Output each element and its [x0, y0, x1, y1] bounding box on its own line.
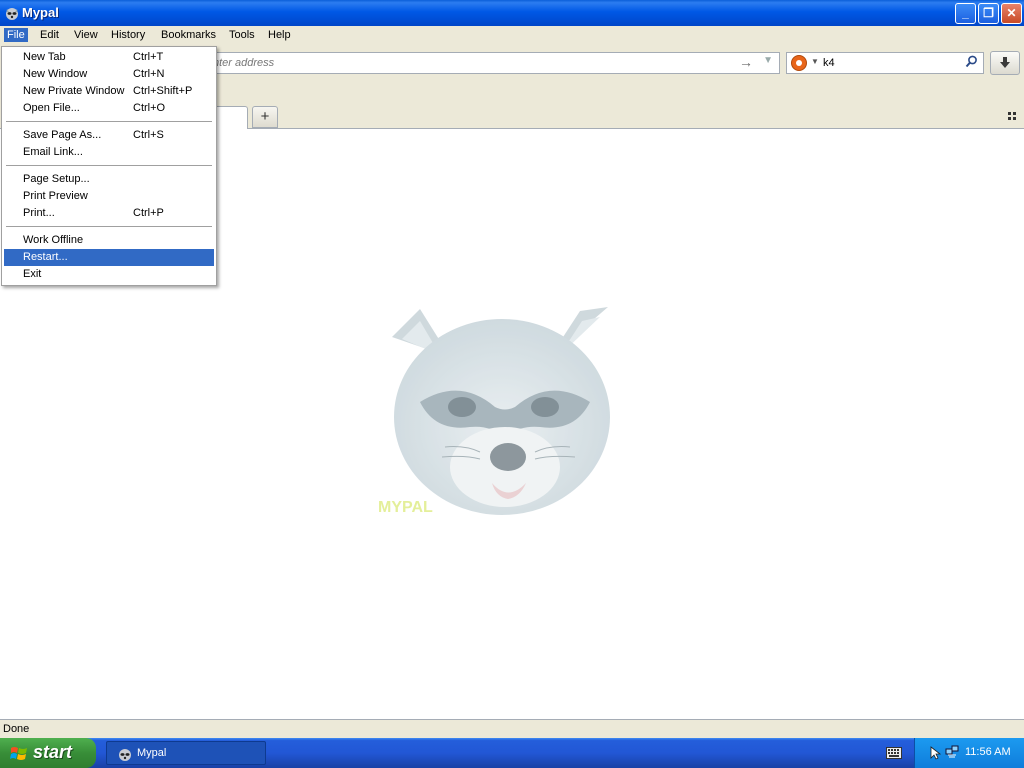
raccoon-mascot-image: [392, 307, 610, 515]
maximize-button[interactable]: ❐: [978, 3, 999, 24]
cursor-tray-icon[interactable]: [929, 746, 943, 760]
close-button[interactable]: ✕: [1001, 3, 1022, 24]
menuitem-email-link[interactable]: Email Link...: [4, 144, 214, 161]
menuitem-label: New Tab: [23, 51, 66, 63]
menuitem-open-file[interactable]: Open File... Ctrl+O: [4, 100, 214, 117]
menu-file[interactable]: File: [4, 28, 28, 42]
taskbar: start Mypal 11:56 AM: [0, 738, 1024, 768]
raccoon-app-icon: [6, 8, 18, 20]
start-label: start: [33, 742, 73, 762]
new-tab-button[interactable]: +: [252, 106, 278, 128]
menuitem-label: Page Setup...: [23, 173, 90, 185]
menu-bookmarks[interactable]: Bookmarks: [161, 29, 216, 41]
menu-view[interactable]: View: [74, 29, 98, 41]
windows-flag-icon: [10, 747, 27, 760]
menuitem-label: Open File...: [23, 102, 80, 114]
search-bar[interactable]: ▼ k4: [786, 52, 984, 74]
search-engine-icon[interactable]: [791, 55, 807, 71]
search-icon[interactable]: [965, 55, 978, 71]
browser-window: Mypal _ ❐ ✕ File Edit View History Bookm…: [0, 0, 1024, 738]
url-bar[interactable]: nter address → ▼: [200, 52, 780, 74]
menuitem-page-setup[interactable]: Page Setup...: [4, 171, 214, 188]
menu-bar: File Edit View History Bookmarks Tools H…: [0, 26, 1024, 46]
engine-dropdown-icon[interactable]: ▼: [811, 57, 819, 66]
menu-separator: [6, 121, 212, 122]
downloads-button[interactable]: [990, 51, 1020, 75]
menu-tools[interactable]: Tools: [229, 29, 255, 41]
window-title: Mypal: [22, 5, 59, 20]
menuitem-shortcut: Ctrl+T: [133, 51, 164, 63]
raccoon-app-icon: [119, 749, 131, 761]
menuitem-label: Exit: [23, 268, 42, 280]
menu-separator: [6, 226, 212, 227]
menuitem-label: New Private Window: [23, 85, 125, 97]
menuitem-exit[interactable]: Exit: [4, 266, 214, 283]
menuitem-label: Work Offline: [23, 234, 84, 246]
taskbar-item-label: Mypal: [137, 747, 167, 759]
menuitem-label: Save Page As...: [23, 129, 102, 141]
download-arrow-icon: [1000, 57, 1010, 68]
menuitem-work-offline[interactable]: Work Offline: [4, 232, 214, 249]
menuitem-new-private-window[interactable]: New Private Window Ctrl+Shift+P: [4, 83, 214, 100]
menuitem-print-preview[interactable]: Print Preview: [4, 188, 214, 205]
network-tray-icon[interactable]: [945, 745, 959, 759]
menuitem-label: New Window: [23, 68, 88, 80]
status-bar: Done: [0, 719, 1024, 738]
menuitem-shortcut: Ctrl+S: [133, 129, 164, 141]
menuitem-shortcut: Ctrl+N: [133, 68, 165, 80]
tab-list-icon[interactable]: [1008, 112, 1020, 124]
go-arrow-icon[interactable]: →: [739, 54, 753, 70]
menuitem-label: Restart...: [23, 251, 68, 263]
system-clock: 11:56 AM: [965, 746, 1011, 758]
system-tray: 11:56 AM: [914, 738, 1024, 768]
status-text: Done: [3, 723, 30, 735]
menuitem-restart[interactable]: Restart...: [4, 249, 214, 266]
title-bar[interactable]: Mypal _ ❐ ✕: [0, 0, 1024, 26]
magnifier-icon: [965, 55, 977, 68]
menuitem-label: Print...: [23, 207, 55, 219]
taskbar-item-mypal[interactable]: Mypal: [106, 741, 266, 765]
menuitem-new-tab[interactable]: New Tab Ctrl+T: [4, 49, 214, 66]
keyboard-icon[interactable]: [886, 747, 902, 759]
menuitem-save-page-as[interactable]: Save Page As... Ctrl+S: [4, 127, 214, 144]
url-dropdown-icon[interactable]: ▼: [763, 55, 773, 66]
menuitem-shortcut: Ctrl+Shift+P: [133, 85, 193, 97]
menu-separator: [6, 165, 212, 166]
menu-edit[interactable]: Edit: [40, 29, 59, 41]
url-placeholder: nter address: [213, 57, 275, 69]
mypal-wordmark: MYPAL: [378, 499, 433, 516]
start-button[interactable]: start: [0, 738, 96, 768]
menuitem-label: Email Link...: [23, 146, 83, 158]
minimize-button[interactable]: _: [955, 3, 976, 24]
menuitem-new-window[interactable]: New Window Ctrl+N: [4, 66, 214, 83]
menu-help[interactable]: Help: [268, 29, 291, 41]
menuitem-shortcut: Ctrl+O: [133, 102, 166, 114]
menuitem-print[interactable]: Print... Ctrl+P: [4, 205, 214, 222]
menuitem-label: Print Preview: [23, 190, 88, 202]
menu-history[interactable]: History: [111, 29, 145, 41]
menuitem-shortcut: Ctrl+P: [133, 207, 164, 219]
search-input[interactable]: k4: [823, 57, 835, 69]
file-menu-dropdown: New Tab Ctrl+T New Window Ctrl+N New Pri…: [1, 46, 217, 286]
